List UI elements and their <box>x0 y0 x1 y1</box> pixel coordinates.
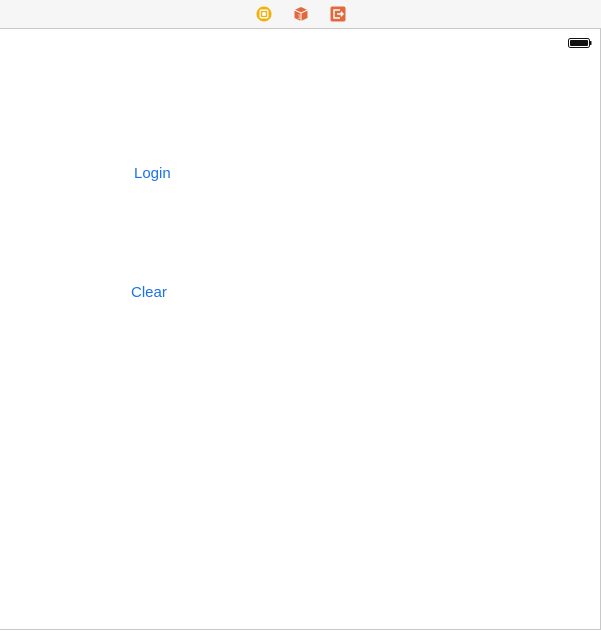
view-controller-canvas: Login Clear <box>0 29 601 630</box>
battery-icon <box>568 35 592 48</box>
svg-text:1: 1 <box>298 15 301 21</box>
view-controller-icon[interactable] <box>256 6 272 22</box>
login-button[interactable]: Login <box>134 165 171 183</box>
exit-icon[interactable] <box>330 6 346 22</box>
clear-button[interactable]: Clear <box>131 284 167 302</box>
scene-dock: 1 <box>0 0 601 29</box>
first-responder-icon[interactable]: 1 <box>293 6 309 22</box>
